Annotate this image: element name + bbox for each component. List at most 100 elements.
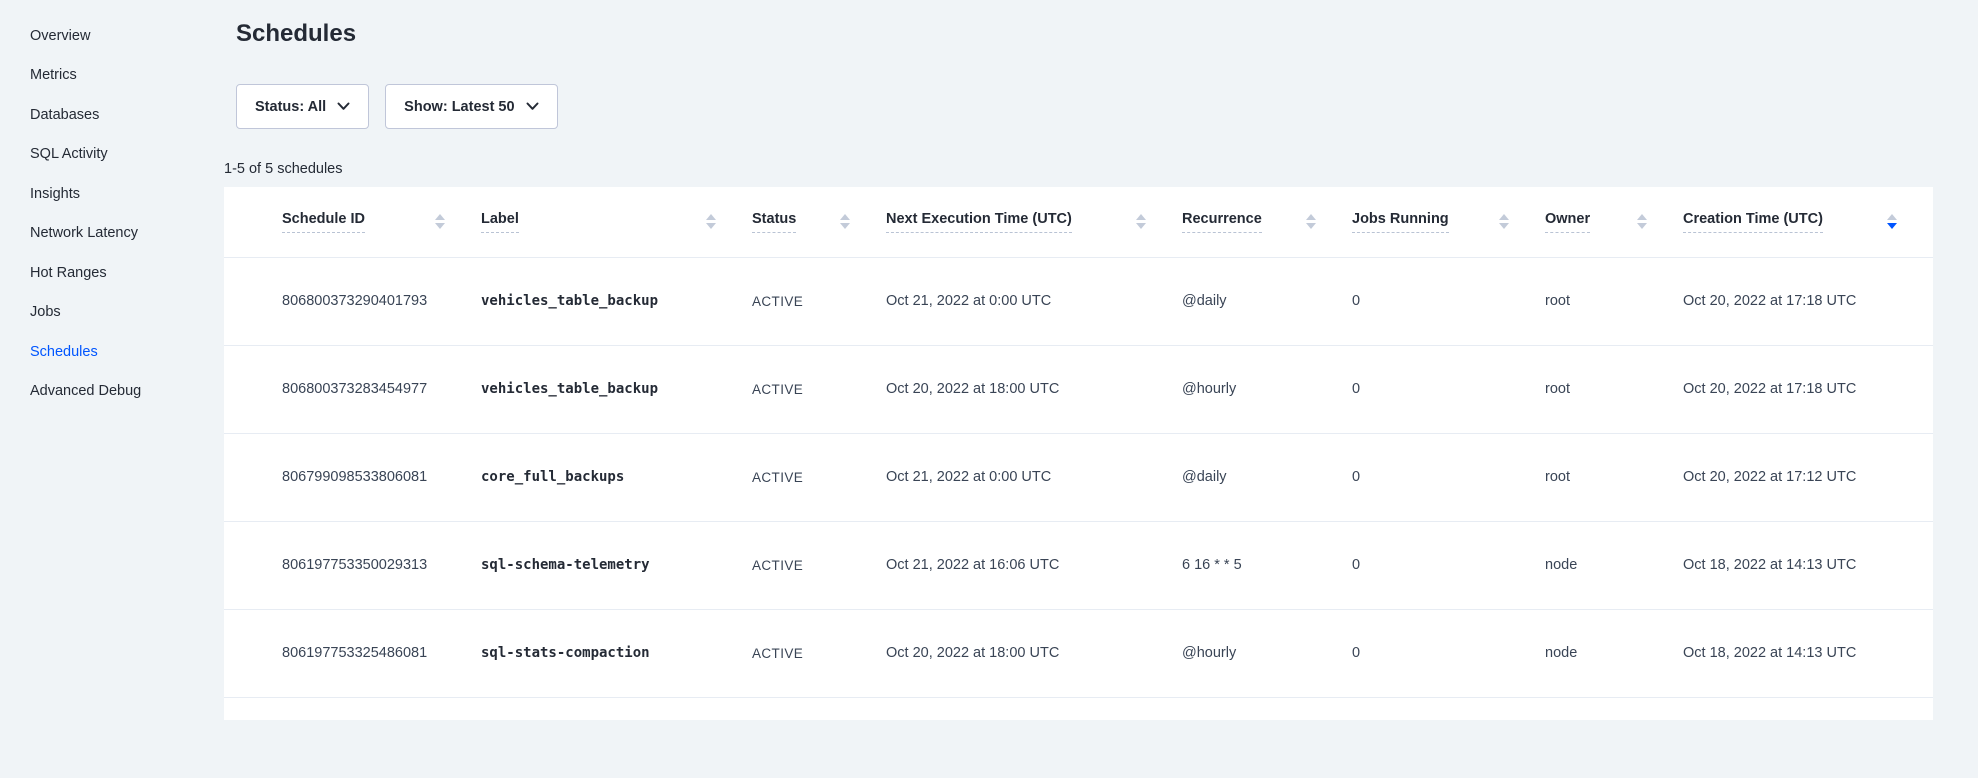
- column-header-next-execution-time-utc[interactable]: Next Execution Time (UTC): [886, 187, 1182, 257]
- sidebar-item-sql-activity[interactable]: SQL Activity: [30, 135, 224, 175]
- sidebar-item-advanced-debug[interactable]: Advanced Debug: [30, 372, 224, 412]
- table-row: 806799098533806081 core_full_backups ACT…: [224, 433, 1933, 521]
- table-row: 806197753350029313 sql-schema-telemetry …: [224, 521, 1933, 609]
- sort-up-icon: [1306, 214, 1316, 220]
- cell-label: vehicles_table_backup: [481, 345, 752, 433]
- cell-schedule-id: 806800373283454977: [224, 345, 481, 433]
- cell-next-execution: Oct 21, 2022 at 0:00 UTC: [886, 433, 1182, 521]
- cell-status: ACTIVE: [752, 433, 886, 521]
- cell-creation-time: Oct 18, 2022 at 14:13 UTC: [1683, 609, 1933, 697]
- cell-recurrence: @daily: [1182, 257, 1352, 345]
- sidebar-item-jobs[interactable]: Jobs: [30, 293, 224, 333]
- cell-creation-time: Oct 18, 2022 at 14:13 UTC: [1683, 521, 1933, 609]
- cell-label: sql-schema-telemetry: [481, 521, 752, 609]
- table-header-row: Schedule ID Label Status Next Execution …: [224, 187, 1933, 257]
- sort-down-icon: [1887, 223, 1897, 229]
- cell-owner: root: [1545, 345, 1683, 433]
- cell-next-execution: Oct 21, 2022 at 0:00 UTC: [886, 257, 1182, 345]
- main-content: Schedules Status: All Show: Latest 50 1-…: [224, 0, 1978, 778]
- sort-arrows-icon[interactable]: [1306, 214, 1316, 229]
- cell-recurrence: @hourly: [1182, 345, 1352, 433]
- sort-down-icon: [435, 223, 445, 229]
- sort-arrows-icon[interactable]: [435, 214, 445, 229]
- cell-owner: root: [1545, 257, 1683, 345]
- sidebar-item-overview[interactable]: Overview: [30, 16, 224, 56]
- column-header-creation-time-utc[interactable]: Creation Time (UTC): [1683, 187, 1933, 257]
- cell-schedule-id: 806800373290401793: [224, 257, 481, 345]
- chevron-down-icon: [526, 102, 539, 111]
- status-filter-label: Status: All: [255, 99, 326, 115]
- table-body: 806800373290401793 vehicles_table_backup…: [224, 257, 1933, 697]
- schedules-table: Schedule ID Label Status Next Execution …: [224, 187, 1933, 698]
- sort-up-icon: [1136, 214, 1146, 220]
- cell-jobs-running: 0: [1352, 521, 1545, 609]
- sidebar-item-insights[interactable]: Insights: [30, 174, 224, 214]
- cell-status: ACTIVE: [752, 257, 886, 345]
- sort-down-icon: [1637, 223, 1647, 229]
- table-row: 806197753325486081 sql-stats-compaction …: [224, 609, 1933, 697]
- sort-up-icon: [840, 214, 850, 220]
- sidebar-nav: Overview Metrics Databases SQL Activity …: [30, 16, 224, 411]
- cell-jobs-running: 0: [1352, 609, 1545, 697]
- cell-recurrence: @hourly: [1182, 609, 1352, 697]
- cell-label: sql-stats-compaction: [481, 609, 752, 697]
- sort-down-icon: [1136, 223, 1146, 229]
- sidebar-item-network-latency[interactable]: Network Latency: [30, 214, 224, 254]
- sidebar-item-databases[interactable]: Databases: [30, 95, 224, 135]
- cell-creation-time: Oct 20, 2022 at 17:18 UTC: [1683, 345, 1933, 433]
- filters-bar: Status: All Show: Latest 50: [236, 84, 1933, 129]
- cell-jobs-running: 0: [1352, 433, 1545, 521]
- sort-arrows-icon[interactable]: [1637, 214, 1647, 229]
- chevron-down-icon: [337, 102, 350, 111]
- sort-arrows-icon[interactable]: [840, 214, 850, 229]
- column-header-label[interactable]: Label: [481, 187, 752, 257]
- sort-arrows-icon[interactable]: [1136, 214, 1146, 229]
- sort-up-icon: [1499, 214, 1509, 220]
- sort-up-icon: [435, 214, 445, 220]
- table-header: Schedule ID Label Status Next Execution …: [224, 187, 1933, 257]
- results-count: 1-5 of 5 schedules: [224, 161, 1933, 181]
- cell-next-execution: Oct 20, 2022 at 18:00 UTC: [886, 609, 1182, 697]
- column-header-owner[interactable]: Owner: [1545, 187, 1683, 257]
- table-row: 806800373290401793 vehicles_table_backup…: [224, 257, 1933, 345]
- status-filter-dropdown[interactable]: Status: All: [236, 84, 369, 129]
- sidebar-item-schedules[interactable]: Schedules: [30, 332, 224, 372]
- sort-down-icon: [1306, 223, 1316, 229]
- cell-schedule-id: 806197753350029313: [224, 521, 481, 609]
- cell-status: ACTIVE: [752, 345, 886, 433]
- sidebar-item-metrics[interactable]: Metrics: [30, 56, 224, 96]
- cell-jobs-running: 0: [1352, 345, 1545, 433]
- cell-status: ACTIVE: [752, 521, 886, 609]
- table-row: 806800373283454977 vehicles_table_backup…: [224, 345, 1933, 433]
- schedules-table-card: Schedule ID Label Status Next Execution …: [224, 187, 1933, 720]
- sort-up-icon: [1637, 214, 1647, 220]
- sort-arrows-icon[interactable]: [706, 214, 716, 229]
- cell-label: core_full_backups: [481, 433, 752, 521]
- cell-recurrence: @daily: [1182, 433, 1352, 521]
- cell-owner: node: [1545, 521, 1683, 609]
- cell-creation-time: Oct 20, 2022 at 17:18 UTC: [1683, 257, 1933, 345]
- page-title: Schedules: [236, 20, 1933, 48]
- sort-up-icon: [1887, 214, 1897, 220]
- sort-arrows-icon[interactable]: [1499, 214, 1509, 229]
- sort-up-icon: [706, 214, 716, 220]
- cell-recurrence: 6 16 * * 5: [1182, 521, 1352, 609]
- sidebar: Overview Metrics Databases SQL Activity …: [0, 0, 224, 778]
- sidebar-item-hot-ranges[interactable]: Hot Ranges: [30, 253, 224, 293]
- cell-schedule-id: 806799098533806081: [224, 433, 481, 521]
- cell-label: vehicles_table_backup: [481, 257, 752, 345]
- cell-creation-time: Oct 20, 2022 at 17:12 UTC: [1683, 433, 1933, 521]
- column-header-recurrence[interactable]: Recurrence: [1182, 187, 1352, 257]
- sort-arrows-icon[interactable]: [1887, 214, 1897, 229]
- cell-next-execution: Oct 20, 2022 at 18:00 UTC: [886, 345, 1182, 433]
- schedules-page: Overview Metrics Databases SQL Activity …: [0, 0, 1978, 778]
- show-filter-dropdown[interactable]: Show: Latest 50: [385, 84, 557, 129]
- column-header-jobs-running[interactable]: Jobs Running: [1352, 187, 1545, 257]
- cell-next-execution: Oct 21, 2022 at 16:06 UTC: [886, 521, 1182, 609]
- column-header-status[interactable]: Status: [752, 187, 886, 257]
- cell-schedule-id: 806197753325486081: [224, 609, 481, 697]
- show-filter-label: Show: Latest 50: [404, 99, 514, 115]
- sort-down-icon: [840, 223, 850, 229]
- column-header-schedule-id[interactable]: Schedule ID: [224, 187, 481, 257]
- sort-down-icon: [706, 223, 716, 229]
